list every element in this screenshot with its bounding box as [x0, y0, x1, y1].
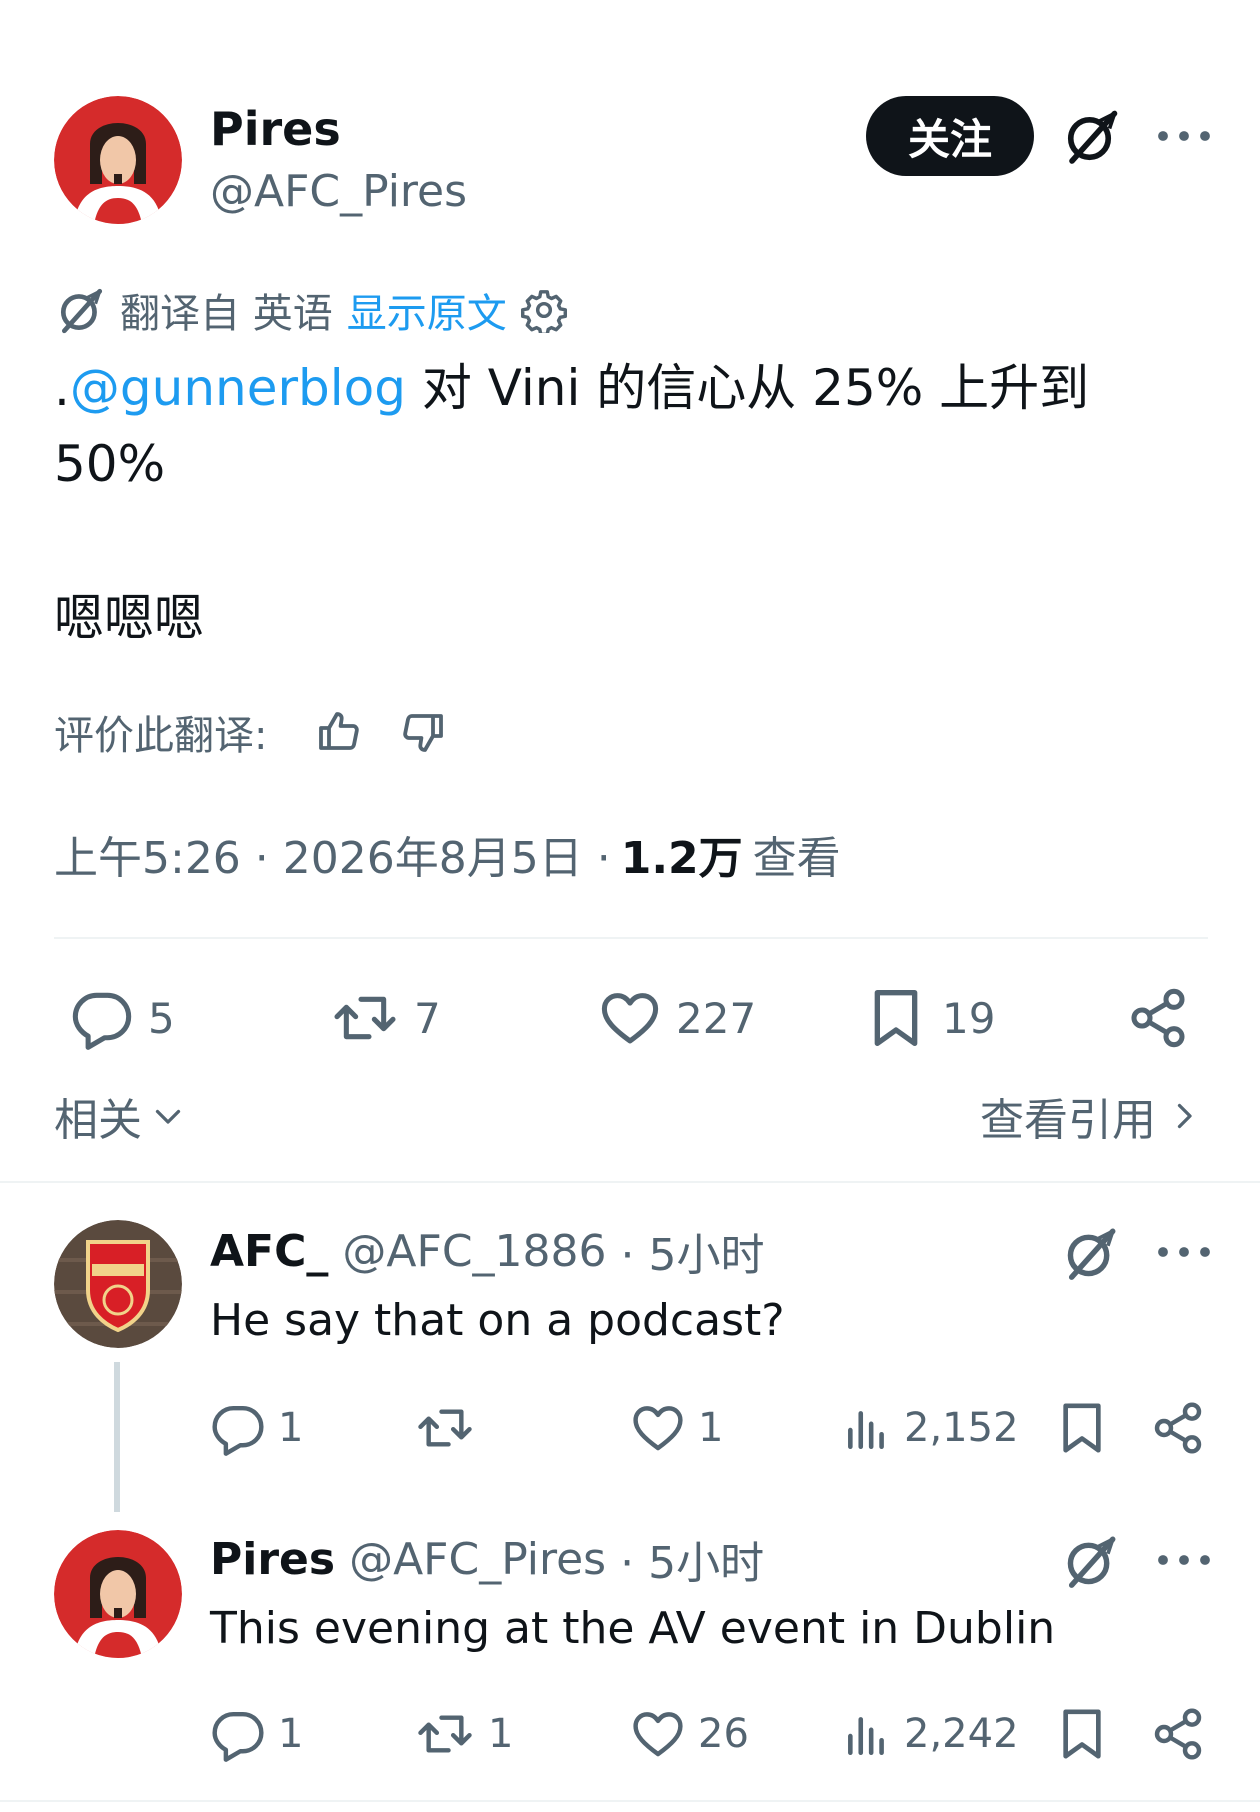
tweet-timestamp[interactable]: 上午5:26 · 2026年8月5日 ·	[54, 822, 611, 886]
reply-icon	[210, 1400, 266, 1456]
tweet-text-line3: 嗯嗯嗯	[54, 589, 204, 647]
bookmark-button[interactable]	[1054, 1706, 1110, 1762]
views-count: 2,242	[904, 1711, 1019, 1757]
translated-from-label: 翻译自 英语	[120, 291, 333, 337]
like-button[interactable]: 1	[630, 1400, 723, 1456]
retweet-button[interactable]	[414, 1400, 488, 1456]
tweet-text-line1: 对 Vini 的信心从 25% 上升到	[406, 359, 1090, 417]
reply-button[interactable]: 1	[210, 1400, 303, 1456]
share-button[interactable]	[1126, 986, 1190, 1050]
like-icon	[598, 986, 662, 1050]
thread-connector	[114, 1362, 120, 1512]
reply-author-handle[interactable]: @AFC_1886	[342, 1226, 606, 1277]
tweet-text-line2: 50%	[54, 435, 166, 493]
retweet-icon	[414, 1400, 476, 1456]
more-icon[interactable]	[1156, 126, 1212, 146]
grok-icon[interactable]	[1062, 106, 1122, 166]
more-icon[interactable]	[1156, 1242, 1212, 1262]
views-count: 1.2万	[620, 833, 743, 884]
grok-icon[interactable]	[1062, 1224, 1120, 1282]
bookmark-button[interactable]	[1054, 1400, 1110, 1456]
views-count: 2,152	[904, 1405, 1019, 1451]
author-handle[interactable]: @AFC_Pires	[210, 162, 467, 222]
reply-count: 1	[278, 1405, 304, 1451]
views-button[interactable]: 2,242	[842, 1706, 1019, 1762]
reply-count: 5	[148, 993, 175, 1043]
like-button[interactable]: 227	[598, 986, 756, 1050]
divider	[0, 1800, 1260, 1802]
retweet-button[interactable]: 1	[414, 1706, 513, 1762]
views-button[interactable]: 2,152	[842, 1400, 1019, 1456]
like-count: 227	[676, 993, 757, 1043]
retweet-icon	[330, 986, 400, 1050]
bookmark-icon	[1054, 1706, 1110, 1762]
reply-author-handle[interactable]: @AFC_Pires	[349, 1534, 606, 1585]
thumbs-up-icon[interactable]	[315, 708, 363, 756]
reply-author-name[interactable]: AFC_	[210, 1226, 328, 1277]
retweet-count: 1	[488, 1711, 514, 1757]
quotes-label: 查看引用	[980, 1095, 1156, 1146]
tweet-meta: 上午5:26 · 2026年8月5日 · 1.2万 查看	[54, 822, 841, 886]
settings-icon[interactable]	[521, 287, 567, 333]
chevron-down-icon	[150, 1098, 186, 1134]
reply-button[interactable]: 5	[70, 986, 175, 1050]
rate-translation: 评价此翻译:	[54, 700, 447, 764]
chevron-right-icon	[1166, 1098, 1202, 1134]
thumbs-down-icon[interactable]	[399, 708, 447, 756]
grok-icon	[56, 285, 106, 335]
reply-text: He say that on a podcast?	[210, 1295, 785, 1346]
retweet-count: 7	[414, 993, 441, 1043]
reply-time[interactable]: · 5小时	[621, 1219, 765, 1283]
divider	[0, 1181, 1260, 1183]
like-icon	[630, 1400, 686, 1456]
share-icon	[1150, 1400, 1206, 1456]
share-icon	[1126, 986, 1190, 1050]
grok-icon[interactable]	[1062, 1532, 1120, 1590]
reply-header: AFC_ @AFC_1886 · 5小时	[210, 1218, 764, 1284]
reply-avatar[interactable]	[54, 1530, 182, 1658]
mention-link[interactable]: @gunnerblog	[70, 359, 406, 417]
reply-avatar[interactable]	[54, 1220, 182, 1348]
related-label: 相关	[54, 1095, 142, 1146]
follow-button[interactable]: 关注	[866, 96, 1034, 176]
translation-notice: 翻译自 英语 显示原文	[56, 280, 567, 340]
bookmark-button[interactable]: 19	[864, 986, 995, 1050]
related-toggle[interactable]: 相关	[54, 1086, 186, 1146]
bookmark-icon	[1054, 1400, 1110, 1456]
like-icon	[630, 1706, 686, 1762]
view-quotes-link[interactable]: 查看引用	[980, 1086, 1202, 1146]
divider	[54, 937, 1208, 939]
reply-button[interactable]: 1	[210, 1706, 303, 1762]
share-button[interactable]	[1150, 1400, 1206, 1456]
like-button[interactable]: 26	[630, 1706, 749, 1762]
author-avatar[interactable]	[54, 96, 182, 224]
share-button[interactable]	[1150, 1706, 1206, 1762]
rate-label: 评价此翻译:	[54, 713, 268, 759]
reply-icon	[70, 986, 134, 1050]
reply-author-name[interactable]: Pires	[210, 1534, 335, 1585]
like-count: 26	[698, 1711, 749, 1757]
views-icon	[842, 1400, 892, 1456]
retweet-button[interactable]: 7	[330, 986, 441, 1050]
tweet-text-prefix: .	[54, 359, 70, 417]
more-icon[interactable]	[1156, 1550, 1212, 1570]
views-label: 查看	[752, 833, 841, 884]
bookmark-icon	[864, 986, 928, 1050]
reply-text: This evening at the AV event in Dublin	[210, 1603, 1056, 1654]
retweet-icon	[414, 1706, 476, 1762]
reply-header: Pires @AFC_Pires · 5小时	[210, 1526, 764, 1592]
share-icon	[1150, 1706, 1206, 1762]
views-icon	[842, 1706, 892, 1762]
show-original-link[interactable]: 显示原文	[347, 281, 507, 339]
reply-count: 1	[278, 1711, 304, 1757]
tweet-text: .@gunnerblog 对 Vini 的信心从 25% 上升到 50%	[54, 350, 1174, 502]
reply-icon	[210, 1706, 266, 1762]
reply-time[interactable]: · 5小时	[620, 1527, 764, 1591]
author-name[interactable]: Pires	[210, 98, 341, 160]
like-count: 1	[698, 1405, 724, 1451]
bookmark-count: 19	[942, 993, 996, 1043]
